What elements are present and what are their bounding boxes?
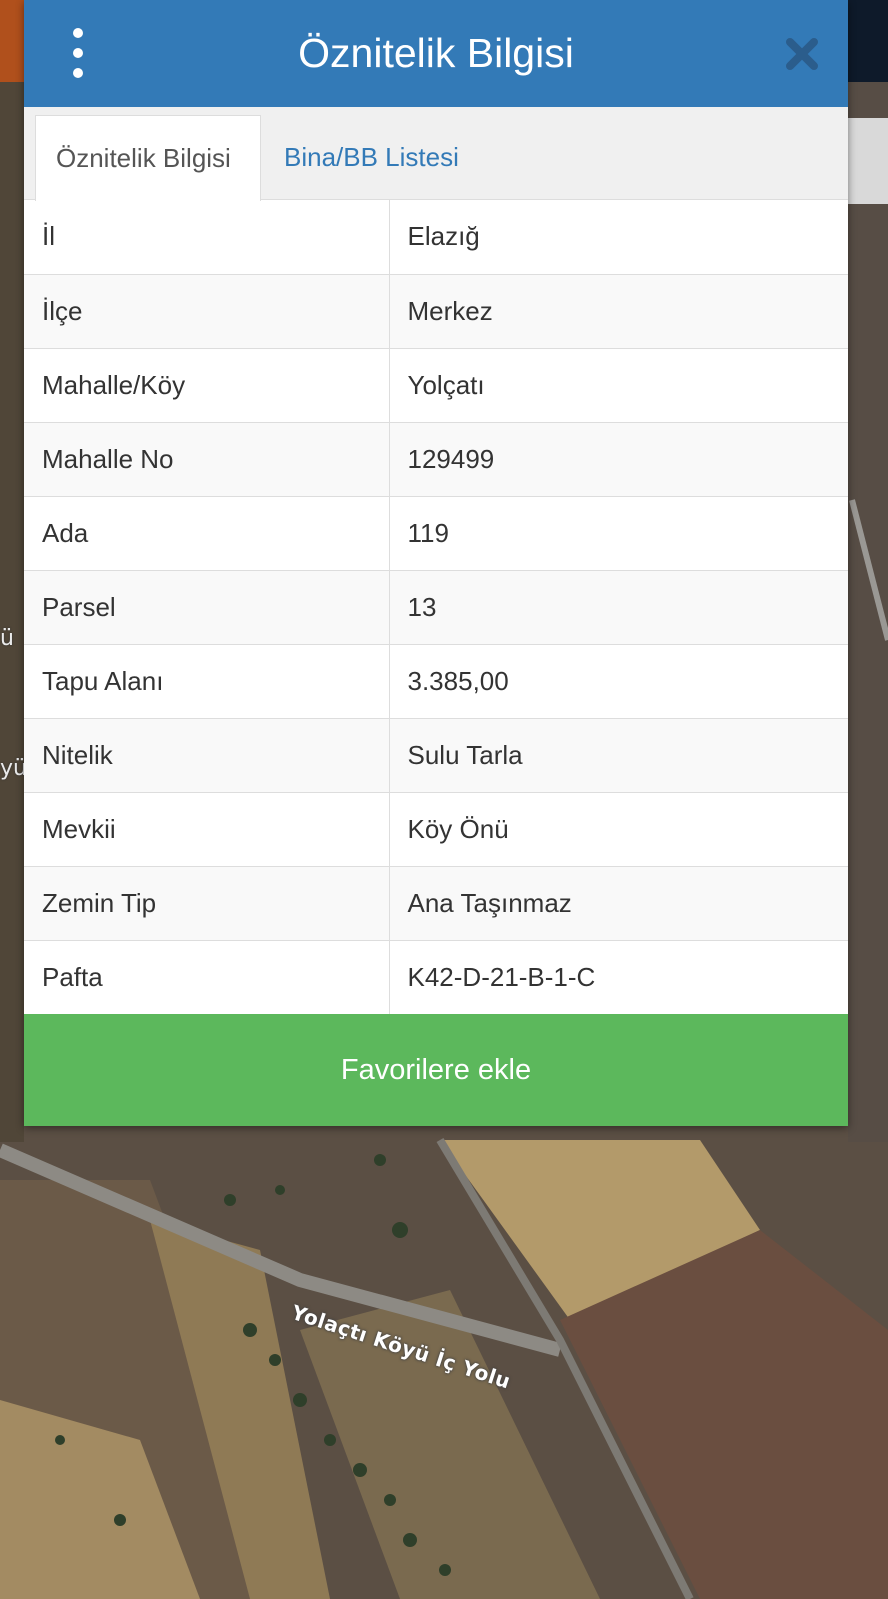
map-topbar-left: [0, 0, 24, 82]
attribute-value: K42-D-21-B-1-C: [389, 940, 848, 1014]
close-icon[interactable]: [782, 34, 822, 74]
table-row: Tapu Alanı 3.385,00: [24, 644, 848, 719]
attribute-value: Yolçatı: [389, 348, 848, 423]
attribute-key: İlçe: [24, 274, 390, 349]
table-row: Mahalle/Köy Yolçatı: [24, 348, 848, 423]
add-to-favorites-button[interactable]: Favorilere ekle: [24, 1014, 848, 1126]
tab-building-list[interactable]: Bina/BB Listesi: [264, 115, 479, 200]
attribute-key: Ada: [24, 496, 390, 571]
attribute-value: 3.385,00: [389, 644, 848, 719]
table-row: İl Elazığ: [24, 200, 848, 275]
attribute-value: 119: [389, 496, 848, 571]
attribute-table: İl Elazığ İlçe Merkez Mahalle/Köy Yolçat…: [24, 200, 848, 1014]
tab-bar: Öznitelik Bilgisi Bina/BB Listesi: [24, 107, 848, 201]
map-topbar-right: [848, 0, 888, 82]
attribute-value: 13: [389, 570, 848, 645]
attribute-value: Elazığ: [389, 200, 848, 275]
attribute-key: Mevkii: [24, 792, 390, 867]
table-row: Zemin Tip Ana Taşınmaz: [24, 866, 848, 941]
map-side-panel-edge: [848, 118, 888, 204]
attribute-value: Ana Taşınmaz: [389, 866, 848, 941]
attribute-key: Mahalle/Köy: [24, 348, 390, 423]
table-row: Mahalle No 129499: [24, 422, 848, 497]
attribute-key: Zemin Tip: [24, 866, 390, 941]
dialog-title: Öznitelik Bilgisi: [298, 30, 574, 76]
attribute-dialog: Öznitelik Bilgisi Öznitelik Bilgisi Bina…: [24, 0, 848, 1126]
table-row: Nitelik Sulu Tarla: [24, 718, 848, 793]
attribute-value: Sulu Tarla: [389, 718, 848, 793]
table-row: Ada 119: [24, 496, 848, 571]
attribute-key: İl: [24, 200, 390, 275]
attribute-value: 129499: [389, 422, 848, 497]
attribute-value: Merkez: [389, 274, 848, 349]
table-row: Parsel 13: [24, 570, 848, 645]
table-row: Pafta K42-D-21-B-1-C: [24, 940, 848, 1014]
table-row: Mevkii Köy Önü: [24, 792, 848, 867]
attribute-value: Köy Önü: [389, 792, 848, 867]
tab-attribute-info[interactable]: Öznitelik Bilgisi: [35, 115, 261, 201]
attribute-key: Parsel: [24, 570, 390, 645]
dialog-header: Öznitelik Bilgisi: [24, 0, 848, 107]
map-edge-label: yü: [0, 756, 27, 781]
attribute-key: Pafta: [24, 940, 390, 1014]
attribute-key: Tapu Alanı: [24, 644, 390, 719]
attribute-key: Nitelik: [24, 718, 390, 793]
attribute-key: Mahalle No: [24, 422, 390, 497]
table-row: İlçe Merkez: [24, 274, 848, 349]
map-edge-label: ü: [0, 626, 14, 651]
